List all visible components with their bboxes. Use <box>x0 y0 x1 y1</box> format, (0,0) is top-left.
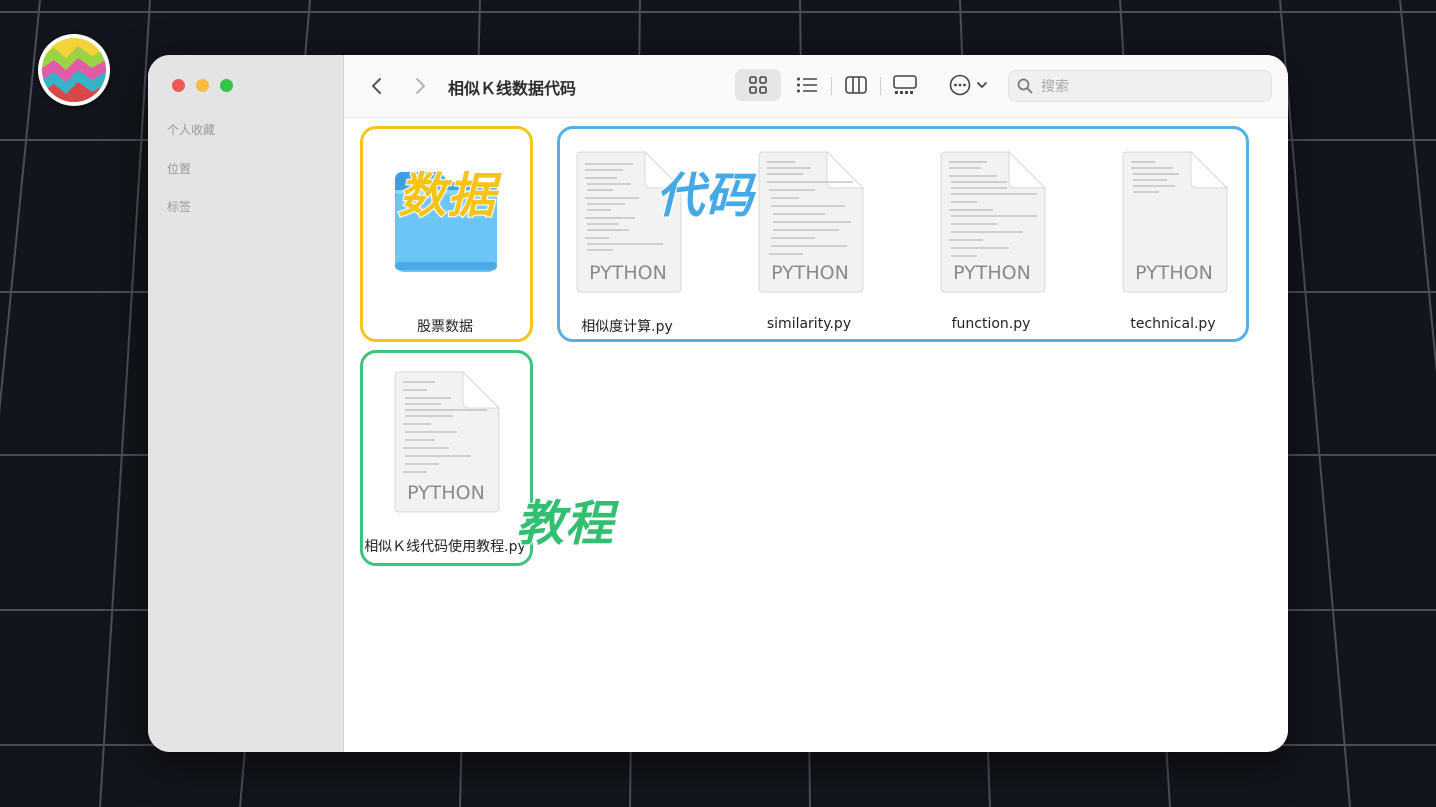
file-name: 相似度计算.py <box>581 319 673 335</box>
python-badge: PYTHON <box>771 262 849 284</box>
sidebar-section-tags[interactable]: 标签 <box>167 198 191 215</box>
forward-button[interactable] <box>408 74 432 98</box>
data-annotation-label: 数据 <box>397 167 497 225</box>
zoom-window-button[interactable] <box>220 79 233 92</box>
icon-view-icon <box>749 76 767 94</box>
file-item-tutorial[interactable]: PYTHON 相似Ｋ线代码使用教程.py <box>360 350 530 555</box>
ellipsis-circle-icon <box>949 74 970 96</box>
icon-view-button[interactable] <box>735 69 781 101</box>
finder-window: 个人收藏 位置 标签 相似Ｋ线数据代码 搜索 股票数据 PYTHON 相似度计算… <box>148 55 1288 752</box>
search-icon <box>1017 78 1033 94</box>
app-logo <box>38 34 110 106</box>
file-name: 相似Ｋ线代码使用教程.py <box>364 539 526 555</box>
gallery-view-button[interactable] <box>886 69 924 101</box>
python-file-icon: PYTHON <box>1119 150 1229 296</box>
sidebar-section-locations[interactable]: 位置 <box>167 160 191 177</box>
file-name: 股票数据 <box>417 319 473 335</box>
python-file-icon: PYTHON <box>391 370 501 516</box>
file-name: function.py <box>951 316 1031 332</box>
file-grid: 股票数据 PYTHON 相似度计算.py PYTHON similarity.p… <box>344 118 1288 752</box>
list-view-button[interactable] <box>789 69 825 101</box>
chevron-left-icon <box>372 78 381 94</box>
chevron-down-icon <box>976 82 987 88</box>
search-input[interactable] <box>1039 71 1263 103</box>
code-annotation-label: 代码 <box>655 167 755 225</box>
python-file-icon: PYTHON <box>755 150 865 296</box>
gallery-view-icon <box>893 75 917 94</box>
sidebar: 个人收藏 位置 标签 <box>148 55 344 752</box>
file-name: technical.py <box>1130 316 1216 332</box>
window-title: 相似Ｋ线数据代码 <box>448 79 577 98</box>
close-window-button[interactable] <box>172 79 185 92</box>
file-name: similarity.py <box>766 316 852 332</box>
file-item-technical[interactable]: PYTHON technical.py <box>1088 130 1258 332</box>
chevron-right-icon <box>416 78 425 94</box>
python-badge: PYTHON <box>589 262 667 284</box>
python-badge: PYTHON <box>1135 262 1213 284</box>
minimize-window-button[interactable] <box>196 79 209 92</box>
python-badge: PYTHON <box>953 262 1031 284</box>
file-item-function[interactable]: PYTHON function.py <box>906 130 1076 332</box>
tutorial-annotation-label: 教程 <box>515 495 615 553</box>
sidebar-section-favorites[interactable]: 个人收藏 <box>167 121 215 138</box>
toolbar: 相似Ｋ线数据代码 <box>344 55 1288 118</box>
search-field[interactable] <box>1008 70 1272 103</box>
back-button[interactable] <box>365 74 389 98</box>
python-badge: PYTHON <box>407 482 485 504</box>
column-view-button[interactable] <box>838 69 874 101</box>
python-file-icon: PYTHON <box>937 150 1047 296</box>
column-view-icon <box>845 76 867 94</box>
more-actions-button[interactable] <box>944 69 992 101</box>
list-view-icon <box>797 77 817 93</box>
